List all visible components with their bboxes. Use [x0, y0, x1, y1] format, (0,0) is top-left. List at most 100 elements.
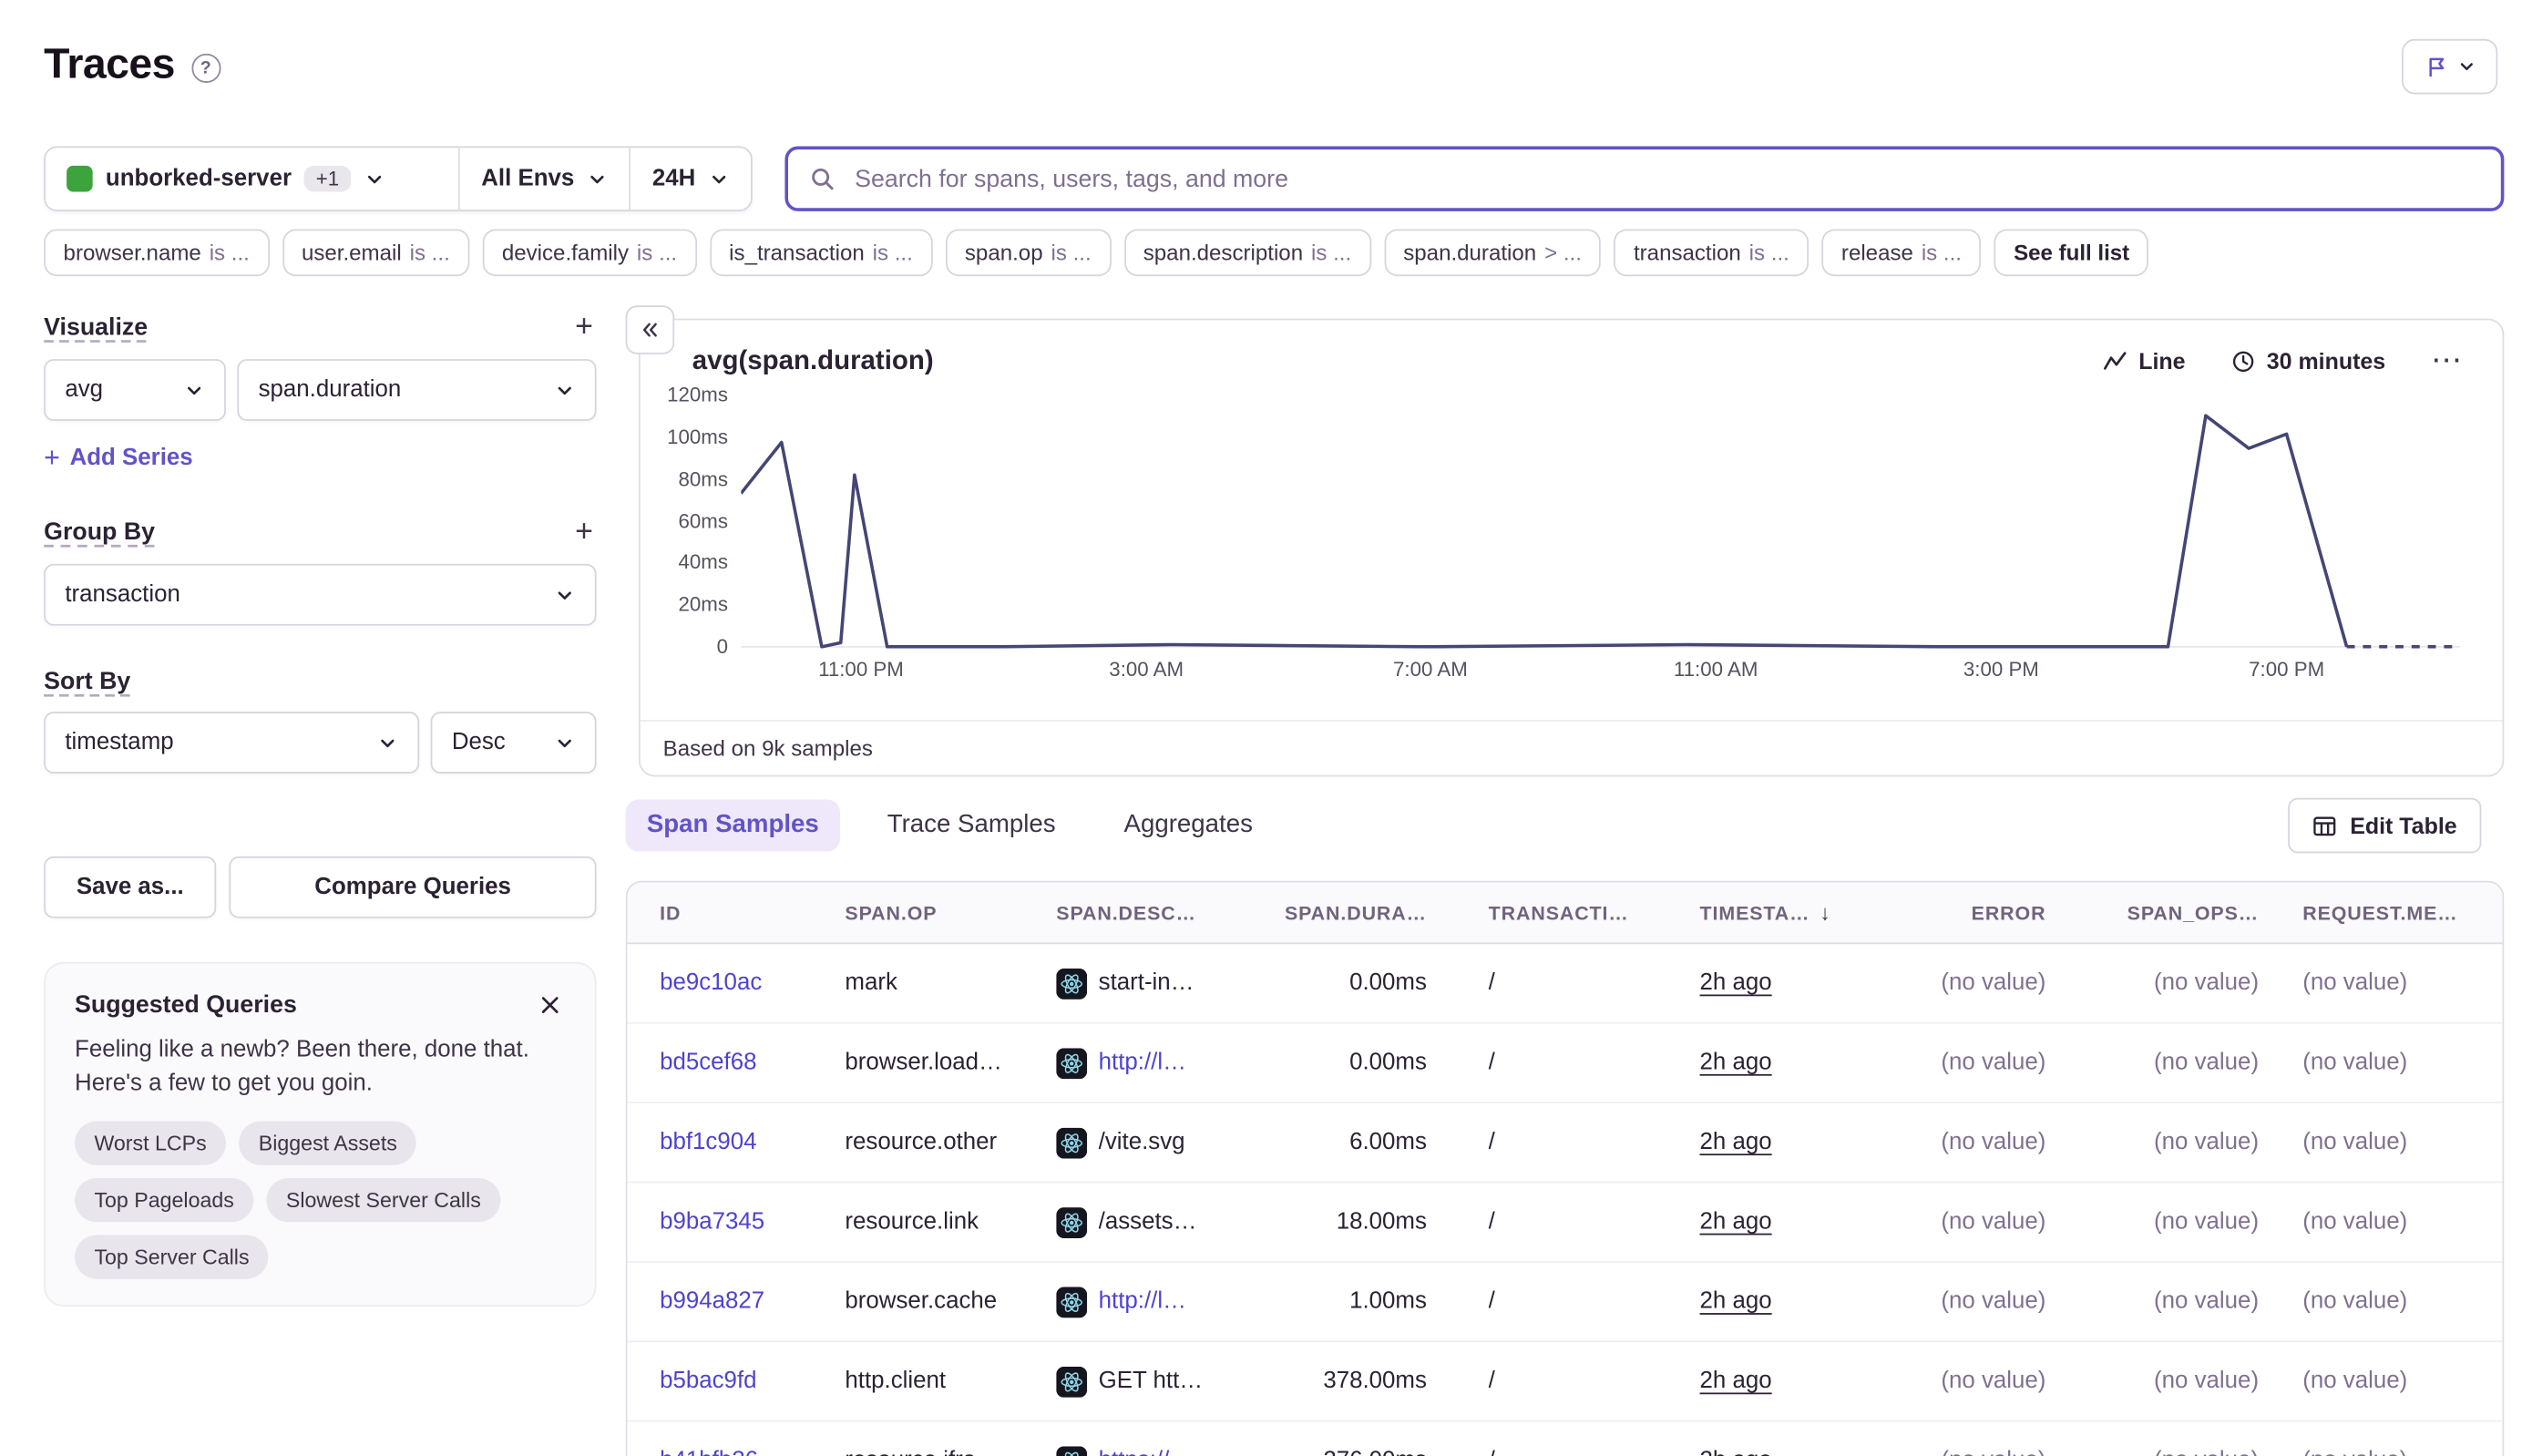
span-duration-value: 1.00ms [1349, 1288, 1427, 1315]
error-value: (no value) [1941, 1209, 2045, 1236]
line-chart [741, 396, 2460, 648]
cell-span-op: resource.ifra… [819, 1422, 1030, 1456]
span-description-link[interactable]: http://l… [1099, 1050, 1186, 1076]
span-op-value: resource.other [845, 1130, 997, 1156]
compare-queries-button[interactable]: Compare Queries [230, 856, 597, 918]
tab-trace-samples[interactable]: Trace Samples [866, 799, 1077, 851]
table-row[interactable]: b9ba7345resource.link/assets…18.00ms/2h … [627, 1183, 2502, 1262]
environment-selector[interactable]: All Envs [458, 148, 630, 210]
sort-field-select[interactable]: timestamp [44, 712, 419, 774]
filter-chip-release[interactable]: releaseis ... [1822, 229, 1982, 276]
field-select[interactable]: span.duration [237, 359, 596, 421]
x-axis-tick-label: 3:00 PM [1963, 658, 2039, 681]
help-icon[interactable]: ? [191, 53, 220, 82]
table-row[interactable]: bbf1c904resource.other/vite.svg6.00ms/2h… [627, 1103, 2502, 1183]
edit-table-button[interactable]: Edit Table [2288, 798, 2481, 854]
timestamp-link[interactable]: 2h ago [1700, 970, 1772, 997]
save-as-button[interactable]: Save as... [44, 856, 216, 918]
cell-error: (no value) [1871, 1103, 2066, 1182]
span-description-text: start-in… [1099, 970, 1194, 997]
span-id-link[interactable]: be9c10ac [660, 970, 762, 997]
cell-span-duration: 0.00ms [1251, 1024, 1462, 1102]
timestamp-link[interactable]: 2h ago [1700, 1050, 1772, 1076]
column-label: SPAN.DESC… [1056, 901, 1196, 924]
span-id-link[interactable]: bd5cef68 [660, 1050, 756, 1076]
filter-chip-span-duration[interactable]: span.duration> ... [1384, 229, 1601, 276]
chart-overflow-menu-button[interactable]: ⋯ [2431, 342, 2464, 379]
table-row[interactable]: b994a827browser.cachehttp://l…1.00ms/2h … [627, 1263, 2502, 1342]
timestamp-link[interactable]: 2h ago [1700, 1288, 1772, 1315]
suggested-query-worst-lcps[interactable]: Worst LCPs [75, 1122, 226, 1165]
timestamp-link[interactable]: 2h ago [1700, 1209, 1772, 1236]
table-row[interactable]: b5bac9fdhttp.clientGET htt…378.00ms/2h a… [627, 1342, 2502, 1421]
interval-button[interactable]: 30 minutes [2230, 348, 2385, 374]
table-row[interactable]: bd5cef68browser.load…http://l…0.00ms/2h … [627, 1024, 2502, 1103]
filter-chip-browser-name[interactable]: browser.nameis ... [44, 229, 269, 276]
filter-chip-span-op[interactable]: span.opis ... [945, 229, 1111, 276]
chart-type-button[interactable]: Line [2103, 348, 2186, 374]
date-range-selector[interactable]: 24H [630, 148, 751, 210]
cell-error: (no value) [1871, 1024, 2066, 1102]
span-id-link[interactable]: b5bac9fd [660, 1369, 756, 1395]
project-selector[interactable]: unborked-server +1 [46, 148, 458, 210]
group-by-select[interactable]: transaction [44, 564, 596, 626]
span-id-link[interactable]: b41bfb26 [660, 1448, 758, 1456]
column-header-error[interactable]: ERROR [1871, 882, 2066, 942]
column-header-time[interactable]: TIMESTA…↓ [1674, 882, 1871, 942]
filter-chip-user-email[interactable]: user.emailis ... [282, 229, 470, 276]
column-header-transaction[interactable]: TRANSACTI… [1462, 882, 1674, 942]
column-header-request[interactable]: REQUEST.ME… [2277, 882, 2503, 942]
span-ops-value: (no value) [2154, 1448, 2259, 1456]
filter-chip-is-transaction[interactable]: is_transactionis ... [710, 229, 932, 276]
cell-error: (no value) [1871, 944, 2066, 1022]
collapse-sidebar-button[interactable] [626, 305, 675, 354]
column-header-dur[interactable]: SPAN.DURA… [1251, 882, 1462, 942]
search-bar[interactable] [784, 147, 2504, 211]
cell-span-duration: 1.00ms [1251, 1263, 1462, 1341]
span-description-text: /assets… [1099, 1209, 1197, 1236]
filter-chip-key: release [1841, 241, 1913, 265]
aggregate-select[interactable]: avg [44, 359, 226, 421]
span-id-link[interactable]: b994a827 [660, 1288, 764, 1315]
cell-transaction: / [1462, 1103, 1674, 1182]
table-row[interactable]: b41bfb26resource.ifra…https://…276.00ms/… [627, 1422, 2502, 1456]
suggested-query-biggest-assets[interactable]: Biggest Assets [239, 1122, 416, 1165]
sort-direction-select[interactable]: Desc [431, 712, 597, 774]
span-description-link[interactable]: https://… [1099, 1448, 1193, 1456]
timestamp-link[interactable]: 2h ago [1700, 1448, 1772, 1456]
column-header-id[interactable]: ID [627, 882, 818, 942]
cell-timestamp: 2h ago [1674, 1342, 1871, 1420]
span-description-link[interactable]: http://l… [1099, 1288, 1186, 1315]
cell-span-ops: (no value) [2066, 1024, 2277, 1102]
suggested-query-slowest-server-calls[interactable]: Slowest Server Calls [267, 1178, 501, 1222]
suggested-query-top-pageloads[interactable]: Top Pageloads [75, 1178, 253, 1222]
chart-panel: avg(span.duration) Line 30 minutes ⋯ 120… [639, 319, 2504, 777]
column-header-span_ops[interactable]: SPAN_OPS… [2066, 882, 2277, 942]
see-full-list-button[interactable]: See full list [1994, 229, 2149, 276]
span-duration-value: 276.00ms [1323, 1448, 1427, 1456]
search-input[interactable] [852, 163, 2480, 194]
table-row[interactable]: be9c10acmarkstart-in…0.00ms/2h ago(no va… [627, 944, 2502, 1023]
tab-aggregates[interactable]: Aggregates [1102, 799, 1274, 851]
span-op-value: resource.link [845, 1209, 979, 1236]
add-visualize-button[interactable]: + [572, 312, 597, 343]
feature-flag-button[interactable] [2402, 39, 2497, 95]
timestamp-link[interactable]: 2h ago [1700, 1369, 1772, 1395]
tab-span-samples[interactable]: Span Samples [626, 799, 840, 851]
filter-chip-span-description[interactable]: span.descriptionis ... [1123, 229, 1370, 276]
span-id-link[interactable]: bbf1c904 [660, 1130, 756, 1156]
x-axis-tick-label: 7:00 PM [2249, 658, 2324, 681]
column-header-op[interactable]: SPAN.OP [819, 882, 1030, 942]
close-icon[interactable] [535, 989, 566, 1020]
add-group-by-button[interactable]: + [572, 517, 597, 548]
filter-chip-transaction[interactable]: transactionis ... [1615, 229, 1809, 276]
column-header-desc[interactable]: SPAN.DESC… [1030, 882, 1252, 942]
filter-chip-device-family[interactable]: device.familyis ... [482, 229, 696, 276]
cell-request-method: (no value) [2277, 944, 2503, 1022]
suggested-query-top-server-calls[interactable]: Top Server Calls [75, 1236, 269, 1279]
timestamp-link[interactable]: 2h ago [1700, 1130, 1772, 1156]
span-id-link[interactable]: b9ba7345 [660, 1209, 764, 1236]
cell-timestamp: 2h ago [1674, 1103, 1871, 1182]
add-series-button[interactable]: + Add Series [44, 442, 193, 475]
cell-request-method: (no value) [2277, 1422, 2503, 1456]
